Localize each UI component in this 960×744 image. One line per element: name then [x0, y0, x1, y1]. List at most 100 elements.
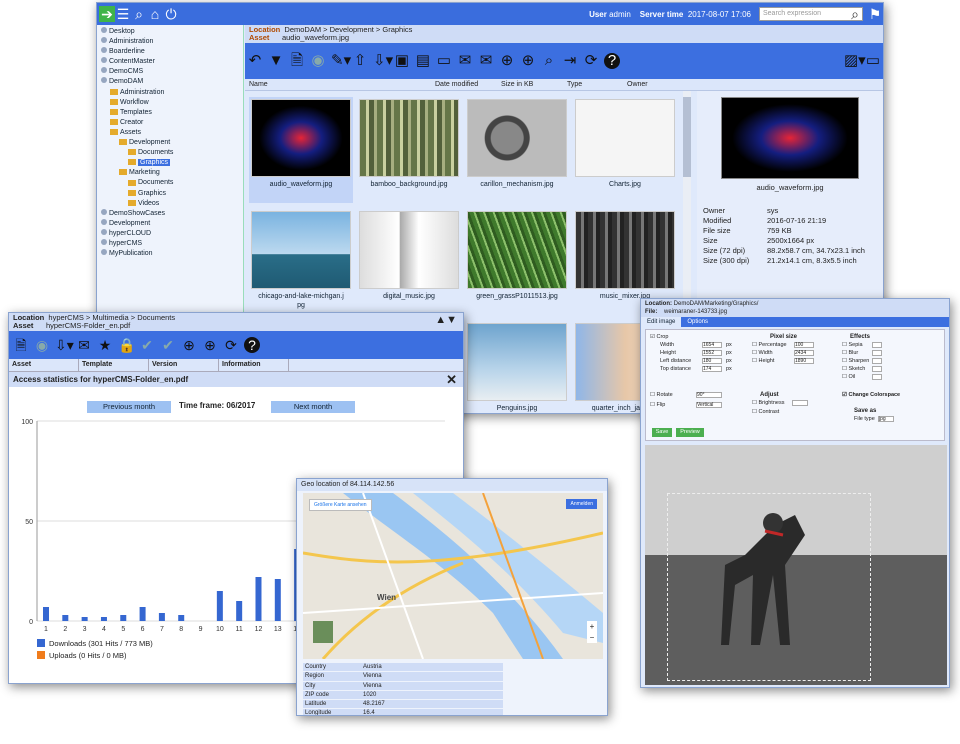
column-header[interactable]: Name	[249, 79, 268, 91]
tree-item[interactable]: hyperCLOUD	[101, 228, 239, 239]
tree-item[interactable]: Desktop	[101, 27, 239, 37]
help-icon[interactable]: ?	[244, 337, 260, 353]
bar-downloads[interactable]	[274, 579, 281, 621]
tree-item[interactable]: hyperCMS	[101, 238, 239, 249]
contrast-checkbox[interactable]: ☐ Contrast	[752, 409, 779, 415]
tree-item[interactable]: Workflow	[101, 98, 239, 108]
tree-item[interactable]: Creator	[101, 118, 239, 128]
brightness-input[interactable]	[792, 400, 808, 406]
search-icon[interactable]: ⌕	[847, 6, 863, 22]
effect-input[interactable]	[872, 350, 882, 356]
next-month-button[interactable]: Next month	[271, 401, 355, 413]
crop-checkbox[interactable]: ☑ Crop	[650, 334, 668, 340]
menu-icon[interactable]: ☰	[115, 6, 131, 22]
thumbnail[interactable]: Charts.jpg	[573, 97, 677, 203]
effect-checkbox[interactable]: ☐ Oil	[842, 374, 855, 380]
column-header[interactable]: Size in KB	[501, 79, 533, 91]
download-icon[interactable]: ⇩▾	[373, 53, 393, 69]
effect-input[interactable]	[872, 366, 882, 372]
tree-item[interactable]: DemoShowCases	[101, 208, 239, 219]
crop-field-input[interactable]: 174	[702, 366, 722, 372]
save-button[interactable]: Save	[652, 428, 672, 437]
tree-item[interactable]: MyPublication	[101, 249, 239, 259]
tab-edit-image[interactable]: Edit image	[641, 317, 682, 327]
flip-select[interactable]: Vertical	[696, 402, 722, 408]
globe-icon[interactable]: ⊕	[499, 53, 515, 69]
tree-item[interactable]: Development	[101, 218, 239, 229]
pixel-size-input[interactable]: 1890	[794, 358, 814, 364]
tab-version[interactable]: Version	[149, 359, 219, 371]
crop-field-input[interactable]: 1654	[702, 342, 722, 348]
crop-frame[interactable]	[667, 493, 871, 681]
rotate-checkbox[interactable]: ☐ Rotate	[650, 392, 673, 398]
brightness-checkbox[interactable]: ☐ Brightness	[752, 400, 784, 406]
effect-checkbox[interactable]: ☐ Blur	[842, 350, 858, 356]
crop-field-input[interactable]: 1552	[702, 350, 722, 356]
close-icon[interactable]: ✕	[446, 372, 457, 388]
image-view-icon[interactable]: ▨▾	[844, 53, 866, 69]
tree-item[interactable]: Assets	[101, 128, 239, 138]
bar-downloads[interactable]	[100, 617, 107, 621]
tree-item[interactable]: Graphics	[101, 189, 239, 199]
thumbnail[interactable]: digital_music.jpg	[357, 209, 461, 315]
globe-icon[interactable]: ⊕	[181, 337, 197, 353]
tab-information[interactable]: Information	[219, 359, 289, 371]
document-search-icon[interactable]: 🗎	[13, 337, 29, 353]
bar-downloads[interactable]	[255, 577, 262, 621]
refresh-icon[interactable]: ⟳	[583, 53, 599, 69]
power-icon[interactable]: ⏻	[163, 6, 179, 22]
share-icon[interactable]: ✉	[457, 53, 473, 69]
star-icon[interactable]: ★	[97, 337, 113, 353]
crop-field-input[interactable]: 180	[702, 358, 722, 364]
column-header[interactable]: Owner	[627, 79, 648, 91]
tree-item[interactable]: Documents	[101, 178, 239, 188]
bar-downloads[interactable]	[81, 617, 88, 621]
pixel-size-input[interactable]: 100	[794, 342, 814, 348]
thumbnail[interactable]: chicago-and-lake-michgan.jpg	[249, 209, 353, 315]
bar-downloads[interactable]	[120, 615, 127, 621]
globe-icon[interactable]: ⊕	[202, 337, 218, 353]
column-header[interactable]: Type	[567, 79, 582, 91]
effect-input[interactable]	[872, 342, 882, 348]
arrow-right-icon[interactable]: ➔	[99, 6, 115, 22]
document-search-icon[interactable]: 🗎	[289, 53, 305, 69]
thumbnail[interactable]: carillon_mechanism.jpg	[465, 97, 569, 203]
pixel-size-input[interactable]: 2434	[794, 350, 814, 356]
preview-button[interactable]: Preview	[676, 428, 704, 437]
bar-downloads[interactable]	[178, 615, 185, 621]
thumbnail[interactable]: bamboo_background.jpg	[357, 97, 461, 203]
rotate-select[interactable]: 90°	[696, 392, 722, 398]
pixel-size-checkbox[interactable]: ☐ Width	[752, 350, 773, 356]
bar-downloads[interactable]	[43, 607, 49, 621]
globe-icon[interactable]: ⊕	[520, 53, 536, 69]
thumbnail[interactable]: Penguins.jpg	[465, 321, 569, 413]
bar-downloads[interactable]	[139, 607, 146, 621]
tab-options[interactable]: Options	[681, 317, 714, 327]
bar-downloads[interactable]	[236, 601, 243, 621]
effect-input[interactable]	[872, 374, 882, 380]
tree-item[interactable]: Administration	[101, 37, 239, 47]
tree-item[interactable]: Administration	[101, 88, 239, 98]
check-icon[interactable]: ✔	[139, 337, 155, 353]
thumbnail[interactable]: audio_waveform.jpg	[249, 97, 353, 203]
larger-map-button[interactable]: Größere Karte ansehen	[309, 499, 372, 511]
check-icon[interactable]: ✔	[160, 337, 176, 353]
tree-item[interactable]: Templates	[101, 108, 239, 118]
panel-toggle-icon[interactable]: ▭	[865, 53, 881, 69]
image-preview[interactable]	[645, 445, 947, 685]
collapse-icon[interactable]: ▲▼	[435, 315, 457, 326]
flip-checkbox[interactable]: ☐ Flip	[650, 402, 665, 408]
effect-input[interactable]	[872, 358, 882, 364]
view-icon[interactable]: ◉	[34, 337, 50, 353]
file-type-select[interactable]: jpg	[878, 416, 894, 422]
upload-icon[interactable]: ⇧	[352, 53, 368, 69]
download-icon[interactable]: ⇩▾	[55, 337, 74, 353]
mail-icon[interactable]: ✉	[478, 53, 494, 69]
tree-item[interactable]: Documents	[101, 148, 239, 158]
zoom-control[interactable]: + −	[587, 621, 597, 643]
bar-downloads[interactable]	[158, 613, 165, 621]
new-file-icon[interactable]: ▤	[415, 53, 431, 69]
previous-month-button[interactable]: Previous month	[87, 401, 171, 413]
tree-item[interactable]: Graphics	[101, 158, 239, 168]
export-icon[interactable]: ⇥	[562, 53, 578, 69]
